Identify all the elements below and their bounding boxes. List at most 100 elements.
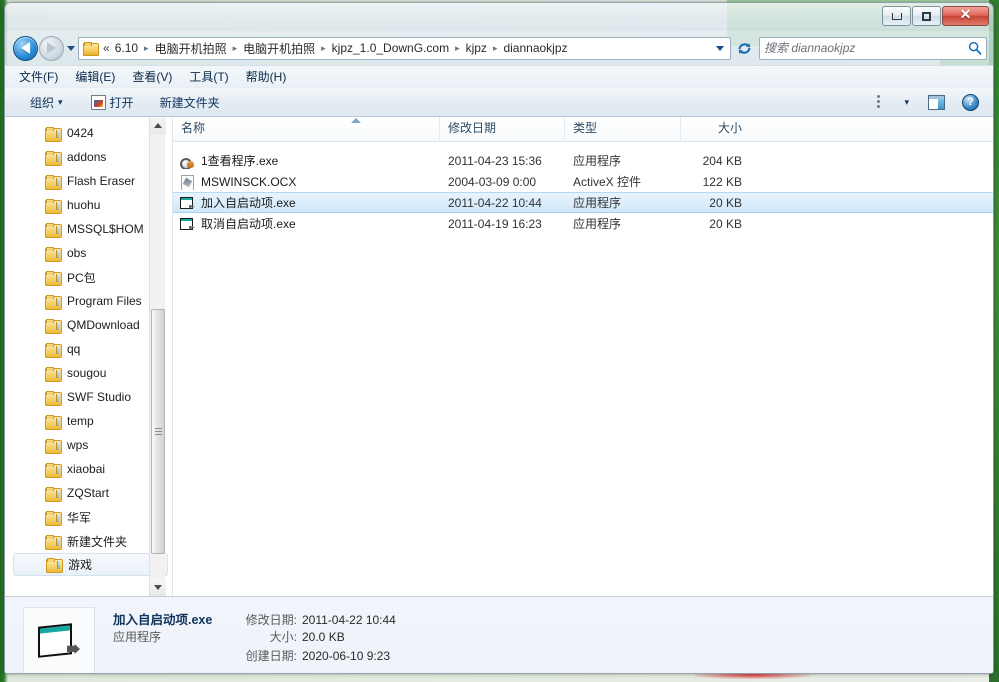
table-row[interactable]: MSWINSCK.OCX 2004-03-09 0:00 ActiveX 控件 … bbox=[173, 171, 993, 192]
folder-icon bbox=[45, 462, 62, 478]
file-size-cell: 122 KB bbox=[702, 174, 742, 189]
breadcrumb-separator-icon: ▸ bbox=[492, 42, 498, 53]
folder-icon bbox=[45, 150, 62, 166]
folder-icon bbox=[45, 318, 62, 334]
application-window-icon bbox=[179, 216, 195, 232]
column-label: 名称 bbox=[181, 121, 206, 135]
search-input[interactable] bbox=[764, 41, 968, 55]
tree-item-youxi[interactable]: 游戏 bbox=[13, 553, 168, 576]
breadcrumb-item-1[interactable]: 电脑开机拍照 bbox=[152, 38, 230, 59]
breadcrumb-item-4[interactable]: kjpz bbox=[463, 39, 490, 57]
file-rows: 1查看程序.exe 2011-04-23 15:36 应用程序 204 KB M… bbox=[173, 142, 993, 234]
forward-button[interactable] bbox=[39, 35, 64, 61]
organize-button[interactable]: 组织 ▾ bbox=[23, 91, 70, 114]
tree-item-xiaobai[interactable]: xiaobai bbox=[5, 457, 172, 481]
tree-item-wps[interactable]: wps bbox=[5, 433, 172, 457]
refresh-button[interactable] bbox=[733, 37, 756, 60]
navigation-bar: « 6.10 ▸ 电脑开机拍照 ▸ 电脑开机拍照 ▸ kjpz_1.0_Down… bbox=[5, 31, 993, 65]
breadcrumb-item-0[interactable]: 6.10 bbox=[112, 39, 141, 57]
help-button[interactable]: ? bbox=[952, 91, 985, 114]
tree-item-zqstart[interactable]: ZQStart bbox=[5, 481, 172, 505]
tree-item-label: 新建文件夹 bbox=[67, 534, 128, 549]
table-row[interactable]: 加入自启动项.exe 2011-04-22 10:44 应用程序 20 KB bbox=[173, 192, 993, 213]
arrow-down-icon bbox=[154, 585, 162, 590]
breadcrumb: « 6.10 ▸ 电脑开机拍照 ▸ 电脑开机拍照 ▸ kjpz_1.0_Down… bbox=[101, 38, 712, 59]
tree-item-program-files[interactable]: Program Files bbox=[5, 289, 172, 313]
breadcrumb-item-5[interactable]: diannaokjpz bbox=[500, 39, 570, 57]
tree-item-label: addons bbox=[67, 150, 107, 164]
open-button[interactable]: 打开 bbox=[84, 91, 141, 114]
file-name-cell: MSWINSCK.OCX bbox=[173, 174, 439, 190]
tree-item-label: QMDownload bbox=[67, 318, 140, 332]
breadcrumb-item-3[interactable]: kjpz_1.0_DownG.com bbox=[329, 39, 452, 57]
view-list-icon bbox=[877, 95, 894, 109]
column-header-name[interactable]: 名称 bbox=[173, 117, 439, 141]
menu-help[interactable]: 帮助(H) bbox=[246, 66, 298, 87]
search-box[interactable] bbox=[759, 36, 987, 60]
breadcrumb-separator-icon: ▸ bbox=[144, 42, 149, 53]
table-row[interactable]: 取消自启动项.exe 2011-04-19 16:23 应用程序 20 KB bbox=[173, 213, 993, 234]
title-bar: ✕ bbox=[5, 3, 993, 31]
maximize-button[interactable] bbox=[912, 6, 941, 26]
tree-item-pcbao[interactable]: PC包 bbox=[5, 265, 172, 289]
column-header-date-modified[interactable]: 修改日期 bbox=[439, 117, 564, 141]
file-name-label: 加入自启动项.exe bbox=[201, 196, 296, 210]
scroll-up-button[interactable] bbox=[150, 117, 166, 134]
tree-item-addons[interactable]: addons bbox=[5, 145, 172, 169]
preview-pane-button[interactable] bbox=[916, 92, 952, 113]
tree-item-swf-studio[interactable]: SWF Studio bbox=[5, 385, 172, 409]
table-row[interactable]: 1查看程序.exe 2011-04-23 15:36 应用程序 204 KB bbox=[173, 150, 993, 171]
details-line-created: 创建日期: 2020-06-10 9:23 bbox=[113, 647, 396, 666]
file-size-cell: 204 KB bbox=[702, 153, 742, 168]
tree-item-label: Program Files bbox=[67, 294, 142, 308]
tree-item-0424[interactable]: 0424 bbox=[5, 121, 172, 145]
tree-item-new-folder[interactable]: 新建文件夹 bbox=[5, 529, 172, 553]
preview-pane-icon bbox=[928, 94, 945, 110]
scrollbar-thumb[interactable] bbox=[151, 309, 165, 554]
folder-icon bbox=[83, 41, 99, 56]
tree-item-qq[interactable]: qq bbox=[5, 337, 172, 361]
folder-icon bbox=[45, 438, 62, 454]
recent-locations-button[interactable] bbox=[64, 36, 77, 61]
tree-item-label: 0424 bbox=[67, 126, 94, 140]
details-pane: 加入自启动项.exe 修改日期: 2011-04-22 10:44 应用程序 大… bbox=[5, 596, 993, 673]
back-button[interactable] bbox=[13, 35, 38, 61]
menu-tools[interactable]: 工具(T) bbox=[189, 66, 239, 87]
minimize-button[interactable] bbox=[882, 6, 911, 26]
new-folder-button[interactable]: 新建文件夹 bbox=[153, 91, 227, 114]
navigation-pane-scrollbar[interactable] bbox=[149, 117, 166, 596]
address-bar[interactable]: « 6.10 ▸ 电脑开机拍照 ▸ 电脑开机拍照 ▸ kjpz_1.0_Down… bbox=[78, 36, 731, 60]
tree-item-flash-eraser[interactable]: Flash Eraser bbox=[5, 169, 172, 193]
tree-item-huohu[interactable]: huohu bbox=[5, 193, 172, 217]
menu-file[interactable]: 文件(F) bbox=[19, 66, 69, 87]
file-name-label: 取消自启动项.exe bbox=[201, 217, 296, 231]
address-dropdown-button[interactable] bbox=[712, 45, 728, 51]
scroll-down-button[interactable] bbox=[150, 579, 166, 596]
column-header-type[interactable]: 类型 bbox=[564, 117, 680, 141]
tree-item-mssql[interactable]: MSSQL$HOM bbox=[5, 217, 172, 241]
tree-item-huajun[interactable]: 华军 bbox=[5, 505, 172, 529]
breadcrumb-item-2[interactable]: 电脑开机拍照 bbox=[240, 38, 318, 59]
details-created-value: 2020-06-10 9:23 bbox=[302, 649, 391, 663]
explorer-window: ✕ « 6.10 ▸ 电脑开机拍照 ▸ 电脑开机拍照 ▸ kjpz_1.0_Do… bbox=[4, 2, 994, 674]
folder-icon bbox=[45, 126, 62, 142]
help-icon: ? bbox=[962, 93, 979, 111]
tree-item-temp[interactable]: temp bbox=[5, 409, 172, 433]
tree-item-obs[interactable]: obs bbox=[5, 241, 172, 265]
breadcrumb-overflow[interactable]: « bbox=[101, 39, 112, 57]
change-view-button[interactable]: ▾ bbox=[870, 92, 916, 112]
file-date-cell: 2011-04-23 15:36 bbox=[448, 153, 542, 168]
tree-item-qmdownload[interactable]: QMDownload bbox=[5, 313, 172, 337]
tree-item-label: PC包 bbox=[67, 270, 96, 285]
arrow-left-icon bbox=[21, 42, 30, 54]
tree-item-sougou[interactable]: sougou bbox=[5, 361, 172, 385]
details-line-modified: 加入自启动项.exe 修改日期: 2011-04-22 10:44 bbox=[113, 609, 396, 628]
tree-item-label: SWF Studio bbox=[67, 390, 132, 404]
folder-icon bbox=[45, 246, 62, 262]
application-window-icon bbox=[179, 195, 195, 211]
close-button[interactable]: ✕ bbox=[942, 6, 989, 26]
menu-view[interactable]: 查看(V) bbox=[132, 66, 183, 87]
menu-edit[interactable]: 编辑(E) bbox=[75, 66, 126, 87]
column-header-size[interactable]: 大小 bbox=[680, 117, 750, 141]
details-size-key: 大小: bbox=[269, 630, 297, 644]
